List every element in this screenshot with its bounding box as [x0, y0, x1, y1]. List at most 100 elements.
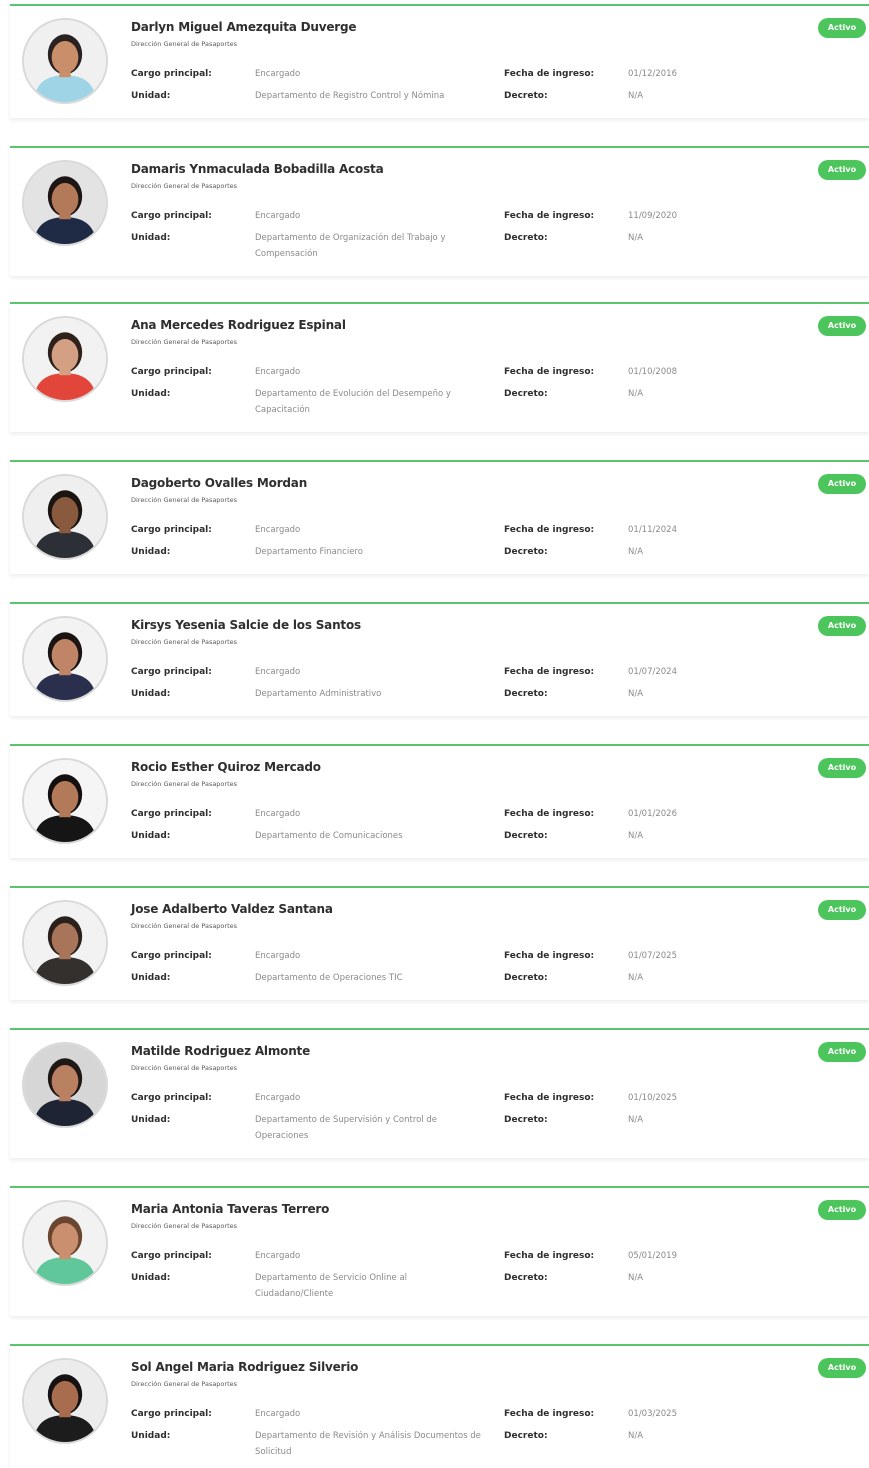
- employee-name[interactable]: Jose Adalberto Valdez Santana: [131, 902, 333, 916]
- avatar: [22, 1042, 108, 1128]
- employee-name[interactable]: Dagoberto Ovalles Mordan: [131, 476, 307, 490]
- avatar: [22, 160, 108, 246]
- decreto-label: Decreto:: [504, 389, 548, 399]
- decreto-label: Decreto:: [504, 831, 548, 841]
- decreto-value: N/A: [628, 233, 644, 243]
- decreto-value: N/A: [628, 973, 644, 983]
- employee-name[interactable]: Ana Mercedes Rodriguez Espinal: [131, 318, 346, 332]
- decreto-label: Decreto:: [504, 973, 548, 983]
- employee-card[interactable]: Maria Antonia Taveras Terrero Dirección G…: [10, 1186, 869, 1316]
- employee-name[interactable]: Maria Antonia Taveras Terrero: [131, 1202, 329, 1216]
- portrait-photo: [24, 476, 106, 558]
- employee-card[interactable]: Darlyn Miguel Amezquita Duverge Dirección…: [10, 4, 869, 118]
- fecha-value: 01/10/2025: [628, 1093, 677, 1103]
- portrait-photo: [24, 20, 106, 102]
- unidad-value: Departamento de Organización del Trabajo…: [255, 233, 446, 259]
- employee-organization: Dirección General de Pasaportes: [131, 40, 238, 48]
- employee-name[interactable]: Damaris Ynmaculada Bobadilla Acosta: [131, 162, 384, 176]
- decreto-label: Decreto:: [504, 233, 548, 243]
- unidad-label: Unidad:: [131, 1115, 171, 1125]
- employee-name[interactable]: Darlyn Miguel Amezquita Duverge: [131, 20, 357, 34]
- cargo-label: Cargo principal:: [131, 951, 212, 961]
- cargo-value: Encargado: [255, 667, 301, 677]
- employee-card[interactable]: Matilde Rodriguez Almonte Dirección Gener…: [10, 1028, 869, 1158]
- cargo-label: Cargo principal:: [131, 69, 212, 79]
- avatar: [22, 1200, 108, 1286]
- status-badge: Activo: [818, 474, 866, 494]
- decreto-value: N/A: [628, 689, 644, 699]
- employee-organization: Dirección General de Pasaportes: [131, 338, 238, 346]
- decreto-value: N/A: [628, 547, 644, 557]
- cargo-label: Cargo principal:: [131, 211, 212, 221]
- status-badge: Activo: [818, 758, 866, 778]
- portrait-photo: [24, 760, 106, 842]
- fecha-label: Fecha de ingreso:: [504, 525, 595, 535]
- employee-organization: Dirección General de Pasaportes: [131, 780, 238, 788]
- employee-organization: Dirección General de Pasaportes: [131, 1064, 238, 1072]
- decreto-label: Decreto:: [504, 91, 548, 101]
- employee-card[interactable]: Sol Angel Maria Rodriguez Silverio Direcc…: [10, 1344, 869, 1468]
- fecha-value: 01/07/2024: [628, 667, 677, 677]
- employee-organization: Dirección General de Pasaportes: [131, 1380, 238, 1388]
- cargo-label: Cargo principal:: [131, 1409, 212, 1419]
- fecha-label: Fecha de ingreso:: [504, 809, 595, 819]
- cargo-label: Cargo principal:: [131, 525, 212, 535]
- cargo-label: Cargo principal:: [131, 367, 212, 377]
- avatar: [22, 900, 108, 986]
- employee-name[interactable]: Matilde Rodriguez Almonte: [131, 1044, 310, 1058]
- cargo-value: Encargado: [255, 69, 301, 79]
- cargo-value: Encargado: [255, 1409, 301, 1419]
- cargo-value: Encargado: [255, 951, 301, 961]
- unidad-value: Departamento de Operaciones TIC: [255, 973, 403, 983]
- employee-card[interactable]: Kirsys Yesenia Salcie de los Santos Direc…: [10, 602, 869, 716]
- fecha-label: Fecha de ingreso:: [504, 1251, 595, 1261]
- cargo-value: Encargado: [255, 211, 301, 221]
- employee-card[interactable]: Rocio Esther Quiroz Mercado Dirección Gen…: [10, 744, 869, 858]
- employee-name[interactable]: Sol Angel Maria Rodriguez Silverio: [131, 1360, 358, 1374]
- decreto-value: N/A: [628, 1431, 644, 1441]
- employee-name[interactable]: Rocio Esther Quiroz Mercado: [131, 760, 321, 774]
- unidad-value: Departamento Financiero: [255, 547, 363, 557]
- unidad-value: Departamento de Registro Control y Nómin…: [255, 91, 445, 101]
- unidad-label: Unidad:: [131, 689, 171, 699]
- portrait-photo: [24, 1360, 106, 1442]
- employee-organization: Dirección General de Pasaportes: [131, 638, 238, 646]
- avatar: [22, 474, 108, 560]
- decreto-value: N/A: [628, 831, 644, 841]
- cargo-value: Encargado: [255, 367, 301, 377]
- fecha-value: 11/09/2020: [628, 211, 677, 221]
- unidad-value: Departamento de Revisión y Análisis Docu…: [255, 1431, 481, 1457]
- avatar: [22, 1358, 108, 1444]
- avatar: [22, 316, 108, 402]
- fecha-value: 01/10/2008: [628, 367, 677, 377]
- fecha-label: Fecha de ingreso:: [504, 69, 595, 79]
- cargo-label: Cargo principal:: [131, 667, 212, 677]
- decreto-value: N/A: [628, 91, 644, 101]
- avatar: [22, 18, 108, 104]
- portrait-photo: [24, 618, 106, 700]
- employee-card[interactable]: Ana Mercedes Rodriguez Espinal Dirección …: [10, 302, 869, 432]
- employee-name[interactable]: Kirsys Yesenia Salcie de los Santos: [131, 618, 361, 632]
- decreto-value: N/A: [628, 1273, 644, 1283]
- decreto-label: Decreto:: [504, 689, 548, 699]
- fecha-value: 01/03/2025: [628, 1409, 677, 1419]
- cargo-value: Encargado: [255, 1093, 301, 1103]
- status-badge: Activo: [818, 900, 866, 920]
- unidad-label: Unidad:: [131, 389, 171, 399]
- unidad-label: Unidad:: [131, 547, 171, 557]
- cargo-value: Encargado: [255, 809, 301, 819]
- unidad-value: Departamento de Servicio Online al Ciuda…: [255, 1273, 408, 1299]
- employee-organization: Dirección General de Pasaportes: [131, 1222, 238, 1230]
- status-badge: Activo: [818, 1200, 866, 1220]
- decreto-label: Decreto:: [504, 1115, 548, 1125]
- fecha-value: 01/12/2016: [628, 69, 677, 79]
- employee-card[interactable]: Jose Adalberto Valdez Santana Dirección G…: [10, 886, 869, 1000]
- fecha-label: Fecha de ingreso:: [504, 1093, 595, 1103]
- fecha-value: 05/01/2019: [628, 1251, 677, 1261]
- employee-card[interactable]: Damaris Ynmaculada Bobadilla Acosta Direc…: [10, 146, 869, 276]
- fecha-label: Fecha de ingreso:: [504, 211, 595, 221]
- unidad-value: Departamento de Supervisión y Control de…: [255, 1115, 438, 1141]
- employee-organization: Dirección General de Pasaportes: [131, 496, 238, 504]
- status-badge: Activo: [818, 316, 866, 336]
- employee-card[interactable]: Dagoberto Ovalles Mordan Dirección Genera…: [10, 460, 869, 574]
